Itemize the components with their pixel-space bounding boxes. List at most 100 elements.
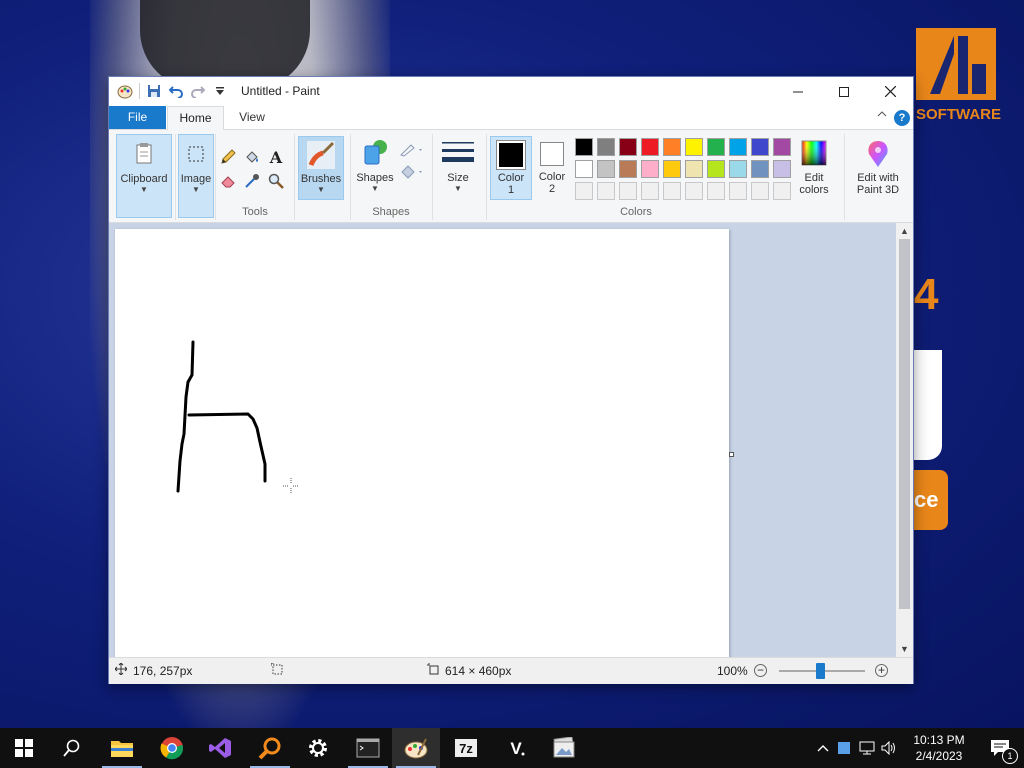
- palette-color-swatch[interactable]: [685, 138, 703, 156]
- palette-color-swatch[interactable]: [641, 138, 659, 156]
- scroll-up-icon[interactable]: ▲: [896, 223, 913, 239]
- palette-custom-slot[interactable]: [751, 182, 769, 200]
- tab-file[interactable]: File: [109, 106, 166, 129]
- edit-with-paint3d-button[interactable]: Edit with Paint 3D: [847, 136, 909, 196]
- maximize-button[interactable]: [821, 77, 867, 106]
- color2-button[interactable]: Color 2: [532, 136, 572, 198]
- taskbar-clock[interactable]: 10:13 PM 2/4/2023: [904, 732, 974, 764]
- palette-color-swatch[interactable]: [597, 160, 615, 178]
- notifications-button[interactable]: 1: [976, 728, 1024, 768]
- pencil-icon[interactable]: [218, 147, 238, 167]
- palette-color-swatch[interactable]: [729, 138, 747, 156]
- clock-time: 10:13 PM: [913, 733, 965, 747]
- taskbar-terminal[interactable]: [344, 728, 392, 768]
- shapes-group: Shapes ▼ Shapes: [350, 134, 433, 220]
- line-size-icon: [442, 138, 474, 170]
- chevron-down-icon: ▼: [140, 185, 148, 194]
- palette-color-swatch[interactable]: [685, 160, 703, 178]
- canvas-workarea: [109, 223, 896, 657]
- taskbar-search-tool[interactable]: [246, 728, 294, 768]
- color1-button[interactable]: Color 1: [490, 136, 532, 200]
- gear-icon: [309, 739, 327, 757]
- palette-color-swatch[interactable]: [751, 160, 769, 178]
- taskbar-vim[interactable]: V: [492, 728, 540, 768]
- palette-custom-slot[interactable]: [685, 182, 703, 200]
- undo-icon[interactable]: [168, 83, 184, 99]
- eraser-icon[interactable]: [218, 171, 238, 191]
- palette-color-swatch[interactable]: [729, 160, 747, 178]
- show-hidden-icons-icon[interactable]: [814, 741, 832, 755]
- zoom-in-button[interactable]: +: [875, 664, 888, 677]
- title-bar[interactable]: Untitled - Paint: [109, 77, 913, 106]
- fill-bucket-icon[interactable]: [242, 147, 262, 167]
- size-button[interactable]: Size ▼: [436, 138, 480, 193]
- clipboard-button[interactable]: Clipboard ▼: [116, 134, 172, 218]
- palette-custom-slot[interactable]: [575, 182, 593, 200]
- color-wheel-icon: [798, 138, 830, 170]
- save-icon[interactable]: [146, 83, 162, 99]
- palette-color-swatch[interactable]: [575, 138, 593, 156]
- zoom-slider-thumb[interactable]: [816, 663, 825, 679]
- vertical-scrollbar[interactable]: ▲ ▼: [896, 223, 913, 657]
- zoom-out-button[interactable]: −: [754, 664, 767, 677]
- start-button[interactable]: [0, 728, 48, 768]
- palette-custom-slot[interactable]: [773, 182, 791, 200]
- taskbar-paint[interactable]: [392, 728, 440, 768]
- fill-icon[interactable]: [398, 161, 426, 181]
- color2-swatch: [540, 142, 564, 166]
- scroll-thumb[interactable]: [899, 239, 910, 609]
- network-icon[interactable]: [856, 741, 878, 755]
- brushes-button[interactable]: Brushes ▼: [298, 136, 344, 200]
- palette-color-swatch[interactable]: [773, 160, 791, 178]
- magnifier-icon[interactable]: [266, 171, 286, 191]
- scroll-down-icon[interactable]: ▼: [896, 641, 913, 657]
- tab-home[interactable]: Home: [167, 106, 224, 131]
- brushes-label: Brushes: [300, 173, 342, 185]
- palette-color-swatch[interactable]: [663, 138, 681, 156]
- palette-color-swatch[interactable]: [641, 160, 659, 178]
- collapse-ribbon-icon[interactable]: [877, 109, 887, 122]
- drawing-canvas[interactable]: [115, 229, 729, 657]
- palette-custom-slot[interactable]: [619, 182, 637, 200]
- palette-color-swatch[interactable]: [619, 160, 637, 178]
- chevron-down-icon: ▼: [192, 185, 200, 194]
- palette-color-swatch[interactable]: [597, 138, 615, 156]
- taskbar-settings[interactable]: [294, 728, 342, 768]
- palette-custom-slot[interactable]: [597, 182, 615, 200]
- color-picker-icon[interactable]: [242, 171, 262, 191]
- palette-custom-slot[interactable]: [707, 182, 725, 200]
- search-button[interactable]: [48, 728, 96, 768]
- image-button[interactable]: Image ▼: [178, 134, 214, 218]
- palette-custom-slot[interactable]: [729, 182, 747, 200]
- shapes-button[interactable]: Shapes ▼: [354, 138, 396, 193]
- customize-qat-icon[interactable]: [212, 83, 228, 99]
- palette-color-swatch[interactable]: [707, 160, 725, 178]
- palette-color-swatch[interactable]: [751, 138, 769, 156]
- edit-colors-button[interactable]: Edit colors: [791, 136, 837, 196]
- taskbar-file-explorer[interactable]: [98, 728, 146, 768]
- palette-custom-slot[interactable]: [641, 182, 659, 200]
- paint-app-icon[interactable]: [117, 83, 133, 99]
- volume-icon[interactable]: [878, 741, 900, 755]
- palette-color-swatch[interactable]: [773, 138, 791, 156]
- palette-color-swatch[interactable]: [619, 138, 637, 156]
- outline-icon[interactable]: [398, 139, 426, 159]
- taskbar-image-viewer[interactable]: [540, 728, 588, 768]
- resize-handle-right[interactable]: [729, 452, 734, 457]
- text-tool-icon[interactable]: A: [266, 147, 286, 167]
- redo-icon[interactable]: [190, 83, 206, 99]
- palette-color-swatch[interactable]: [663, 160, 681, 178]
- taskbar-visual-studio[interactable]: [196, 728, 244, 768]
- close-button[interactable]: [867, 77, 913, 106]
- taskbar-7zip[interactable]: 7z: [442, 728, 490, 768]
- help-icon[interactable]: ?: [894, 110, 910, 126]
- palette-custom-slot[interactable]: [663, 182, 681, 200]
- tray-app-icon[interactable]: [832, 742, 856, 754]
- minimize-button[interactable]: [775, 77, 821, 106]
- tab-view[interactable]: View: [227, 106, 277, 129]
- palette-color-swatch[interactable]: [707, 138, 725, 156]
- palette-color-swatch[interactable]: [575, 160, 593, 178]
- taskbar-chrome[interactable]: [148, 728, 196, 768]
- zoom-level: 100%: [717, 664, 748, 678]
- canvas-size: 614 × 460px: [427, 658, 511, 684]
